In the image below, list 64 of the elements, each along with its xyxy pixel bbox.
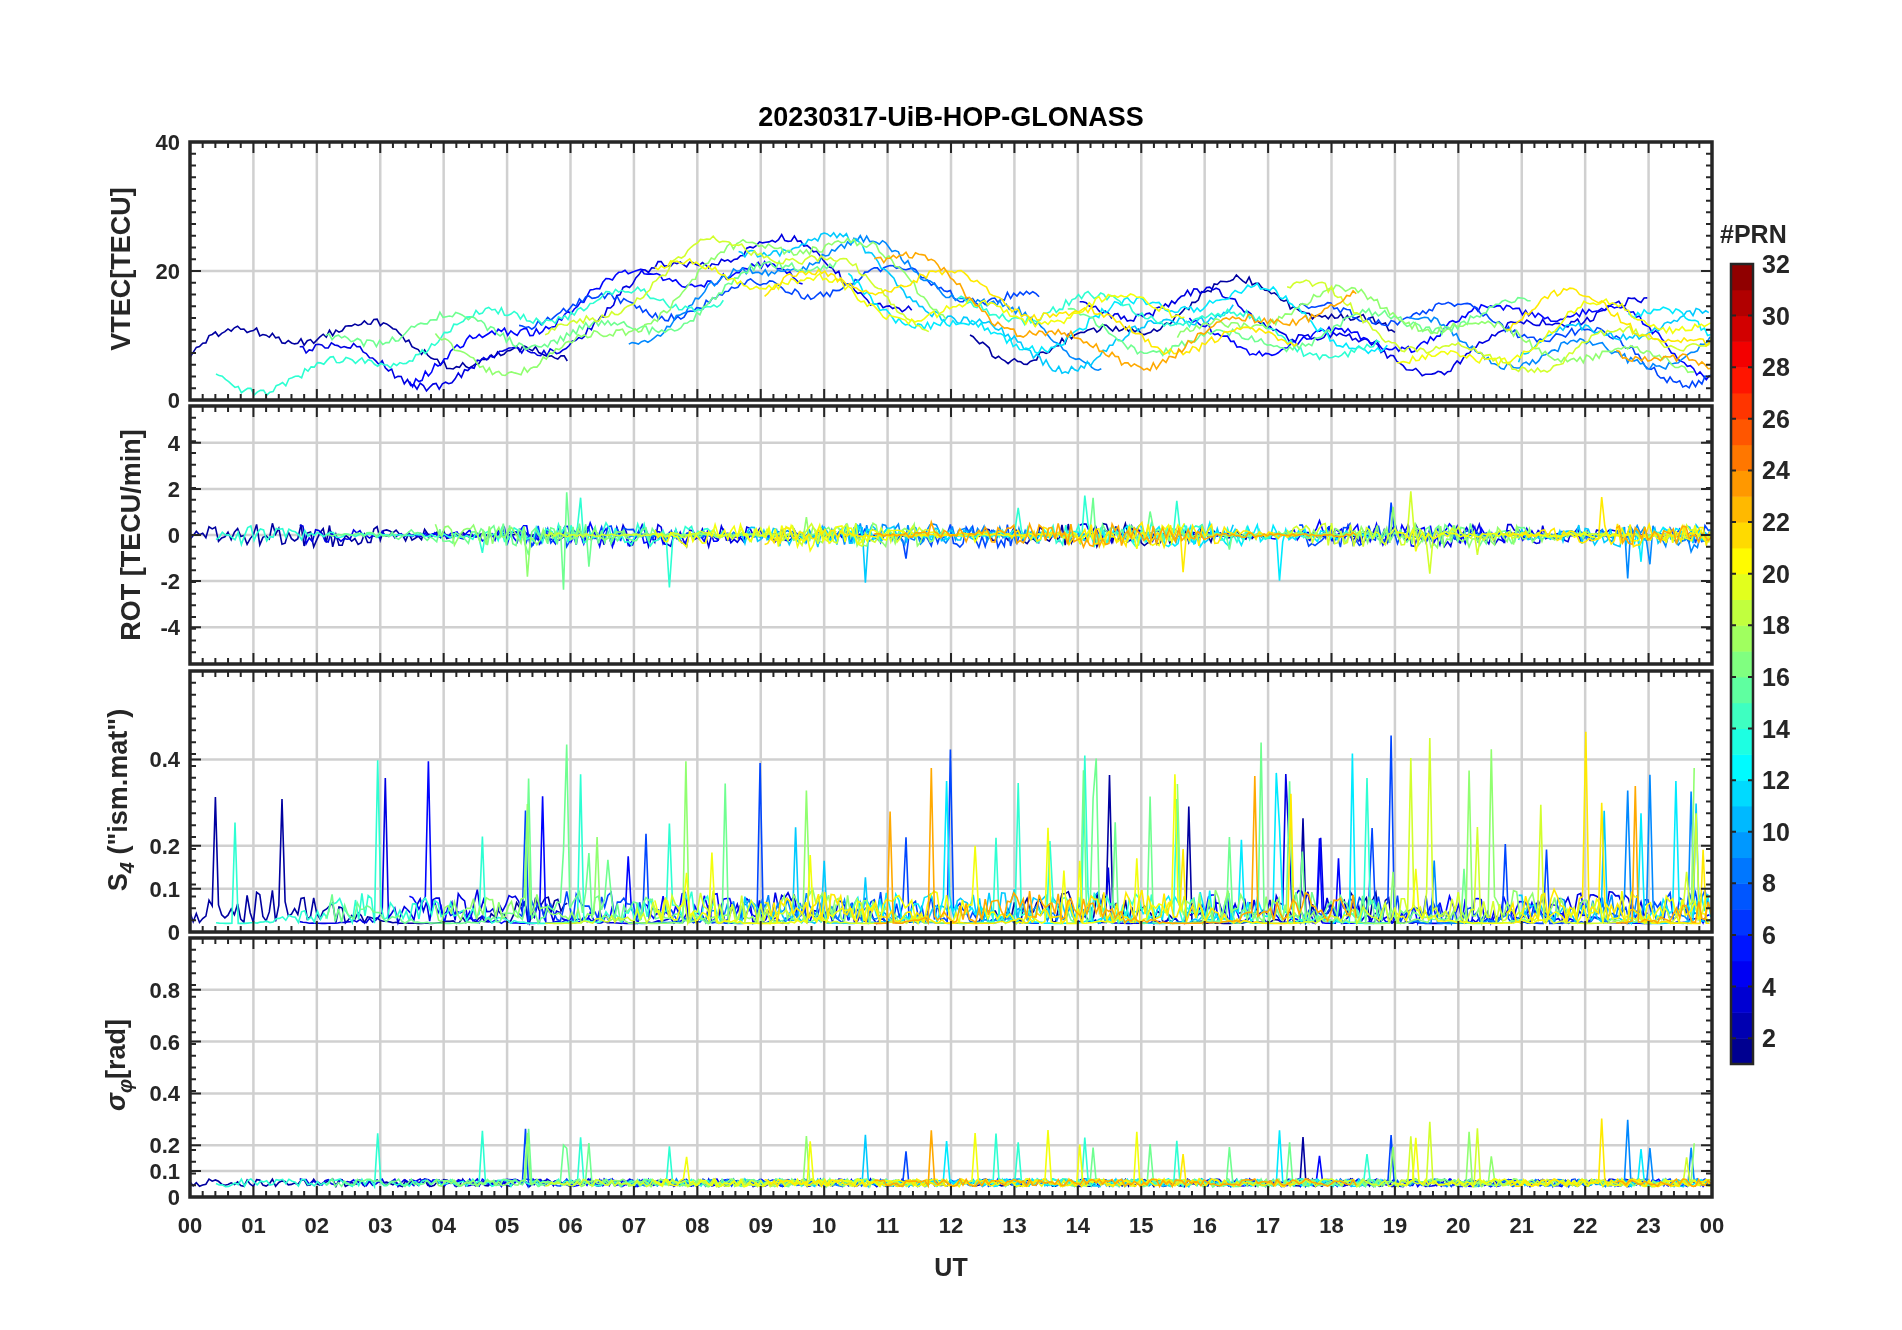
colorbar-tick-label: 28 [1762,354,1790,380]
tick-label: 19 [1382,1213,1408,1238]
tick-label: 0.8 [149,977,180,1003]
axis-label: VTEC[TECU] [107,187,135,351]
colorbar-tick-label: 8 [1762,870,1776,896]
tick-label: 18 [1319,1213,1344,1238]
tick-label: 0.1 [149,876,180,902]
colorbar-tick-label: 4 [1762,974,1776,1000]
tick-label: 0.4 [149,1081,180,1107]
tick-label: 07 [621,1213,647,1238]
colorbar-tick-label: 20 [1762,561,1790,587]
tick-label: 0.2 [149,1133,180,1159]
tick-label: 09 [748,1213,773,1238]
colorbar-tick-label: 10 [1762,819,1790,845]
tick-label: 10 [811,1213,837,1238]
colorbar-tick-label: 26 [1762,406,1790,432]
tick-label: 0 [167,523,180,548]
tick-label: 03 [368,1213,393,1238]
tick-label: 23 [1636,1213,1661,1238]
tick-label: 0 [167,920,180,945]
tick-label: 11 [875,1213,900,1238]
tick-label: 05 [494,1213,520,1238]
colorbar-tick-label: 18 [1762,612,1790,638]
colorbar-tick-label: 16 [1762,664,1790,690]
tick-label: -4 [160,615,180,641]
tick-label: 12 [938,1213,964,1238]
tick-label: 4 [167,430,180,456]
tick-label: 0.1 [149,1159,180,1185]
colorbar-tick-label: 24 [1762,457,1790,483]
tick-label: 17 [1255,1213,1281,1238]
tick-label: 14 [1065,1213,1091,1238]
tick-label: 21 [1509,1213,1534,1238]
tick-label: 22 [1572,1213,1598,1238]
tick-label: 00 [177,1213,203,1238]
tick-label: 08 [685,1213,710,1238]
tick-label: 16 [1192,1213,1217,1238]
colorbar-title: #PRN [1720,222,1787,247]
chart-title: 20230317-UiB-HOP-GLONASS [758,104,1144,131]
tick-label: 15 [1129,1213,1154,1238]
tick-label: 0 [167,1185,180,1210]
tick-label: 04 [431,1213,456,1238]
colorbar-tick-label: 2 [1762,1025,1776,1051]
tick-label: 20 [155,259,180,284]
axis-label: ROT [TECU/min] [117,429,145,641]
tick-label: 0.6 [149,1029,180,1055]
tick-label: 40 [155,130,180,155]
tick-label: 01 [241,1213,266,1238]
tick-label: 13 [1002,1213,1027,1238]
tick-label: 0.2 [149,833,180,859]
tick-label: 2 [167,476,180,502]
tick-label: 06 [558,1213,583,1238]
colorbar-tick-label: 14 [1762,716,1790,741]
axis-label: UT [934,1255,968,1280]
colorbar-tick-label: 22 [1762,509,1790,535]
tick-label: -2 [160,569,180,595]
colorbar-tick-label: 30 [1762,303,1790,329]
tick-label: 0.4 [149,747,180,773]
tick-label: 20 [1446,1213,1471,1238]
colorbar-tick-label: 12 [1762,767,1790,793]
tick-label: 0 [167,388,180,413]
tick-label: 00 [1699,1213,1725,1238]
colorbar-tick-label: 6 [1762,922,1776,948]
tick-label: 02 [304,1213,330,1238]
colorbar-tick-label: 32 [1762,251,1790,277]
